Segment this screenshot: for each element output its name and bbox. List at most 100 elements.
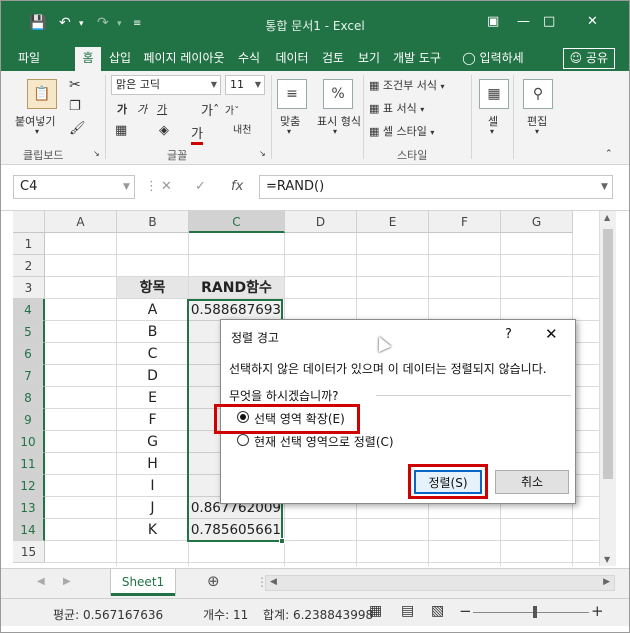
row-header[interactable]: 4	[13, 299, 45, 321]
column-header[interactable]: E	[357, 211, 429, 233]
editing-search-icon[interactable]: ⚲	[523, 79, 553, 109]
bold-icon[interactable]: 가	[117, 101, 127, 117]
help-button[interactable]: ?	[505, 327, 512, 342]
decrease-font-icon[interactable]: 가ˇ	[225, 102, 239, 117]
normal-view-icon[interactable]: ▦	[369, 603, 382, 619]
row-header[interactable]: 12	[13, 475, 45, 497]
tab-data[interactable]: 데이터	[269, 47, 315, 71]
increase-font-icon[interactable]: 가ˆ	[201, 100, 219, 119]
scroll-up-icon[interactable]: ▲	[604, 213, 610, 222]
row-header[interactable]: 3	[13, 277, 45, 299]
row-header[interactable]: 8	[13, 387, 45, 409]
cells-dropdown-icon[interactable]: ▾	[490, 127, 494, 136]
clipboard-launcher-icon[interactable]: ↘	[93, 149, 100, 158]
fill-handle[interactable]	[279, 538, 285, 544]
zoom-in-icon[interactable]: +	[591, 602, 604, 620]
copy-icon[interactable]: ❐	[69, 99, 81, 114]
chevron-down-icon[interactable]: ▼	[123, 182, 130, 192]
name-box[interactable]: C4	[13, 175, 135, 199]
font-name-combo[interactable]: 맑은 고딕 ▼	[111, 75, 221, 95]
share-button[interactable]: ☺ 공유	[562, 48, 615, 69]
cell-header-item[interactable]: 항목	[117, 277, 188, 298]
current-selection-label[interactable]: 현재 선택 영역으로 정렬(C)	[254, 433, 394, 450]
cells-icon[interactable]: ▦	[479, 79, 509, 109]
radio-expand-selection[interactable]	[237, 411, 249, 423]
cut-icon[interactable]: ✂	[69, 77, 81, 93]
next-sheet-icon[interactable]: ▶	[63, 576, 71, 587]
tab-insert[interactable]: 삽입	[104, 47, 136, 71]
row-header[interactable]: 7	[13, 365, 45, 387]
fill-color-icon[interactable]: ◈	[159, 123, 169, 138]
cancel-button[interactable]: 취소	[495, 470, 569, 494]
tab-formulas[interactable]: 수식	[233, 47, 265, 71]
row-header[interactable]: 10	[13, 431, 45, 453]
cell-header-rand[interactable]: RAND함수	[189, 277, 284, 298]
font-launcher-icon[interactable]: ↘	[259, 149, 266, 158]
select-all-corner[interactable]	[13, 211, 45, 233]
cell-item[interactable]: I	[117, 475, 188, 496]
new-sheet-icon[interactable]: ⊕	[207, 572, 220, 590]
vertical-scrollbar[interactable]: ▲ ▼	[599, 211, 616, 566]
horizontal-scrollbar[interactable]: ◀ ▶	[265, 575, 615, 591]
underline-icon[interactable]: 가	[157, 101, 167, 117]
minimize-icon[interactable]: —	[517, 14, 530, 29]
insert-function-icon[interactable]: fx	[231, 179, 243, 194]
maximize-icon[interactable]: □	[543, 14, 555, 29]
row-header[interactable]: 6	[13, 343, 45, 365]
paste-dropdown-icon[interactable]: ▾	[35, 127, 39, 136]
scroll-down-icon[interactable]: ▼	[604, 555, 610, 564]
page-layout-view-icon[interactable]: ▤	[401, 603, 414, 619]
row-header[interactable]: 14	[13, 519, 45, 541]
zoom-out-icon[interactable]: −	[459, 602, 472, 620]
format-as-table-button[interactable]: ▦ 표 서식 ▾	[369, 100, 424, 116]
column-header[interactable]: C	[189, 211, 285, 233]
row-header[interactable]: 15	[13, 541, 45, 563]
scrollbar-thumb[interactable]	[603, 229, 613, 479]
zoom-slider-thumb[interactable]	[533, 606, 537, 618]
tell-me-box[interactable]: ◯ 입력하세	[457, 47, 529, 71]
close-icon[interactable]: ✕	[545, 325, 558, 343]
font-size-combo[interactable]: 11 ▼	[225, 75, 265, 95]
row-header[interactable]: 1	[13, 233, 45, 255]
cancel-entry-icon[interactable]: ✕	[161, 179, 172, 194]
cell-item[interactable]: E	[117, 387, 188, 408]
sheet-tab[interactable]: Sheet1	[111, 569, 175, 596]
cell-item[interactable]: G	[117, 431, 188, 452]
cell-item[interactable]: D	[117, 365, 188, 386]
column-header[interactable]: G	[501, 211, 573, 233]
close-icon[interactable]: ✕	[587, 14, 598, 29]
alignment-dropdown-icon[interactable]: ▾	[287, 127, 291, 136]
cell-item[interactable]: B	[117, 321, 188, 342]
phonetic-icon[interactable]: 내천	[233, 121, 251, 136]
row-header[interactable]: 9	[13, 409, 45, 431]
row-header[interactable]: 13	[13, 497, 45, 519]
expand-formula-bar-icon[interactable]: ▼	[601, 182, 608, 192]
cell-item[interactable]: F	[117, 409, 188, 430]
italic-icon[interactable]: 가	[137, 101, 147, 117]
column-header[interactable]: D	[285, 211, 357, 233]
tab-developer[interactable]: 개발 도구	[387, 47, 447, 71]
sort-button[interactable]: 정렬(S)	[414, 470, 482, 494]
confirm-entry-icon[interactable]: ✓	[195, 179, 206, 194]
paste-icon[interactable]: 📋	[27, 79, 57, 109]
radio-current-selection[interactable]	[237, 434, 249, 446]
number-dropdown-icon[interactable]: ▾	[333, 127, 337, 136]
row-header[interactable]: 11	[13, 453, 45, 475]
tab-view[interactable]: 보기	[353, 47, 385, 71]
scroll-right-icon[interactable]: ▶	[603, 577, 610, 587]
cell-item[interactable]: J	[117, 497, 188, 518]
column-header[interactable]: A	[45, 211, 117, 233]
format-painter-icon[interactable]: 🖌	[69, 121, 86, 136]
prev-sheet-icon[interactable]: ◀	[37, 576, 45, 587]
zoom-slider[interactable]	[473, 612, 589, 613]
row-header[interactable]: 2	[13, 255, 45, 277]
number-format-icon[interactable]: %	[323, 79, 353, 109]
alignment-icon[interactable]: ≡	[277, 79, 307, 109]
number-button-label[interactable]: 표시 형식	[317, 113, 361, 129]
cell-item[interactable]: H	[117, 453, 188, 474]
row-header[interactable]: 5	[13, 321, 45, 343]
tab-home[interactable]: 홈	[75, 47, 101, 71]
tab-file[interactable]: 파일	[13, 47, 45, 71]
page-break-view-icon[interactable]: ▧	[431, 603, 444, 619]
editing-dropdown-icon[interactable]: ▾	[535, 127, 539, 136]
